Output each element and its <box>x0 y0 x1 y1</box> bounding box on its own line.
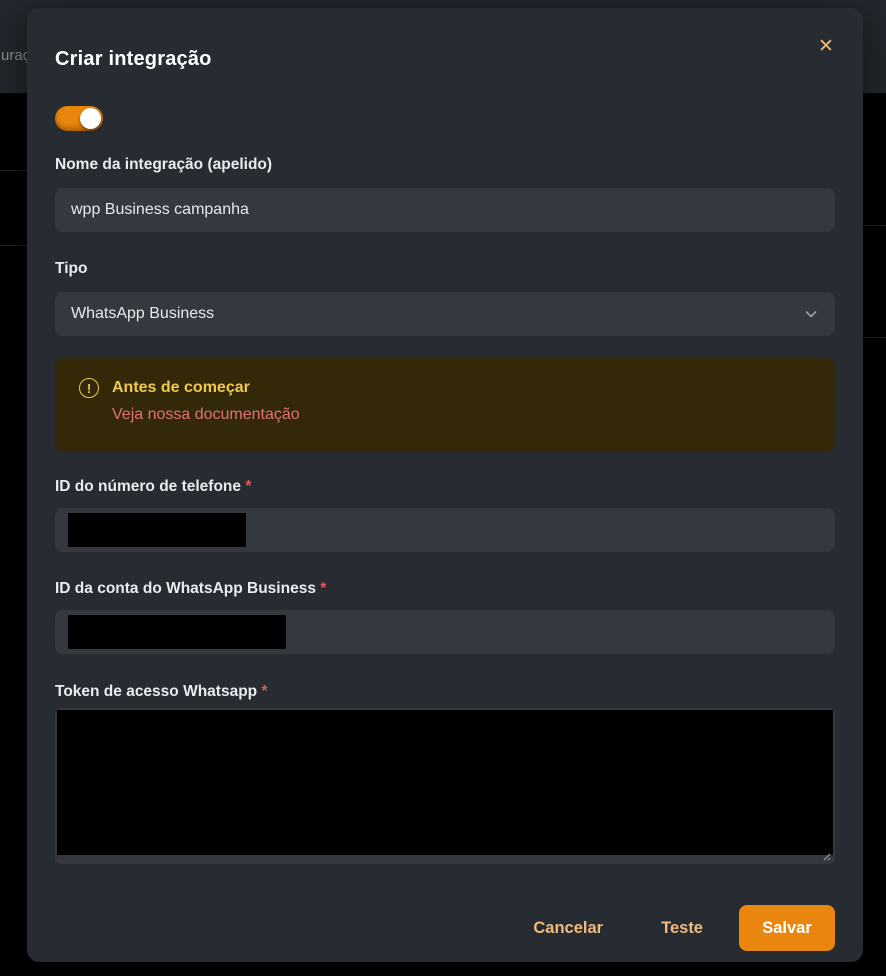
close-icon[interactable]: ✕ <box>811 32 841 62</box>
enabled-toggle[interactable] <box>55 106 103 131</box>
account-id-field-label: ID da conta do WhatsApp Business * <box>55 579 835 598</box>
redacted-value <box>68 513 246 547</box>
warning-title: Antes de começar <box>112 379 250 397</box>
phone-id-input[interactable] <box>55 508 835 552</box>
redacted-value <box>68 615 286 649</box>
background-divider <box>863 337 886 338</box>
background-divider <box>0 170 27 171</box>
phone-id-field-label: ID do número de telefone * <box>55 477 835 496</box>
type-select[interactable]: WhatsApp Business <box>55 292 835 336</box>
type-select-value: WhatsApp Business <box>71 305 214 323</box>
modal-title: Criar integração <box>55 46 835 72</box>
background-partial-nav-text: uraç <box>1 47 30 64</box>
alert-circle-icon: ! <box>79 378 99 398</box>
background-divider <box>863 225 886 226</box>
modal-footer: Cancelar Teste Salvar <box>55 905 835 951</box>
warning-banner: ! Antes de começar Veja nossa documentaç… <box>55 358 835 452</box>
test-button[interactable]: Teste <box>641 909 723 948</box>
type-field-label: Tipo <box>55 259 835 278</box>
background-divider <box>0 245 27 246</box>
required-asterisk: * <box>261 683 267 700</box>
access-token-textarea[interactable] <box>55 708 835 864</box>
save-button[interactable]: Salvar <box>739 905 835 951</box>
chevron-down-icon <box>803 306 819 322</box>
token-field-label: Token de acesso Whatsapp * <box>55 682 835 701</box>
toggle-knob <box>80 108 101 129</box>
integration-name-input[interactable] <box>55 188 835 232</box>
redacted-value <box>57 710 833 855</box>
account-id-input[interactable] <box>55 610 835 654</box>
cancel-button[interactable]: Cancelar <box>513 909 623 948</box>
name-field-label: Nome da integração (apelido) <box>55 155 835 174</box>
create-integration-modal: ✕ Criar integração Nome da integração (a… <box>27 8 863 962</box>
documentation-link[interactable]: Veja nossa documentação <box>112 406 300 424</box>
required-asterisk: * <box>245 478 251 495</box>
required-asterisk: * <box>320 580 326 597</box>
resize-handle-icon[interactable] <box>820 853 831 861</box>
